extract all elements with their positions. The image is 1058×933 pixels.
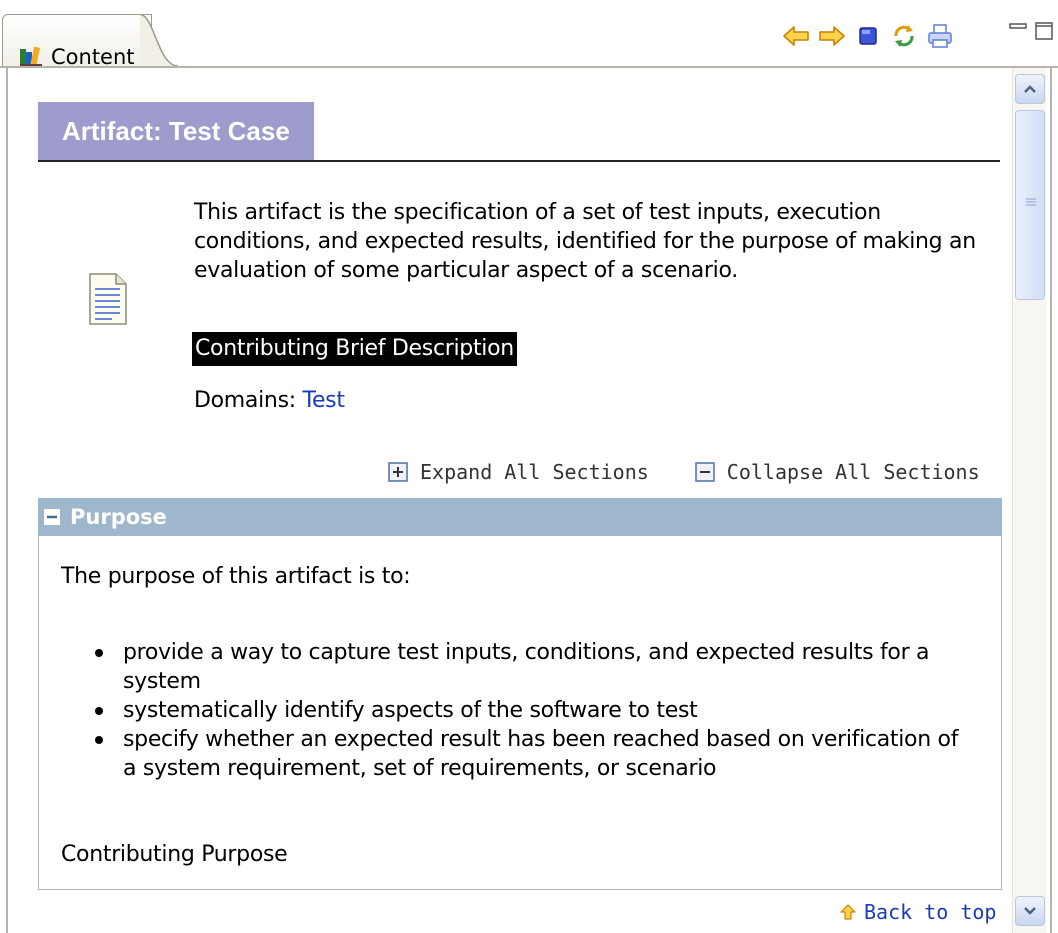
sync-button[interactable] [886, 18, 922, 54]
content-tab[interactable]: Content [2, 14, 152, 69]
collapse-minus-icon [695, 462, 715, 482]
view-tab-bar: Content [0, 0, 1058, 70]
collapse-section-icon[interactable] [44, 509, 60, 525]
chevron-down-icon [1024, 907, 1036, 915]
title-row: Artifact: Test Case [38, 102, 1000, 162]
forward-arrow-icon [819, 26, 845, 46]
minimize-icon[interactable] [1008, 20, 1030, 42]
forward-button[interactable] [814, 18, 850, 54]
collapse-all-label: Collapse All Sections [726, 460, 980, 484]
back-button[interactable] [778, 18, 814, 54]
sync-icon [894, 25, 914, 47]
contributing-brief-description: Contributing Brief Description [192, 332, 517, 366]
back-to-top-label: Back to top [864, 900, 997, 924]
maximize-icon[interactable] [1034, 20, 1056, 42]
contributing-purpose: Contributing Purpose [61, 842, 288, 867]
print-button[interactable] [922, 18, 958, 54]
list-item: provide a way to capture test inputs, co… [61, 638, 961, 696]
scroll-thumb[interactable] [1015, 110, 1045, 300]
scroll-down-button[interactable] [1015, 896, 1045, 926]
stop-icon [859, 27, 877, 45]
page-content: Artifact: Test Case This artifact is the… [8, 70, 1012, 933]
back-to-top-link[interactable]: Back to top [840, 898, 996, 926]
domain-link-test[interactable]: Test [303, 388, 345, 413]
tab-curve [140, 14, 180, 68]
document-icon [89, 273, 127, 325]
purpose-section-body: The purpose of this artifact is to: prov… [38, 536, 1002, 890]
chevron-up-icon [1024, 85, 1036, 93]
domains-line: Domains: Test [194, 388, 345, 413]
content-view: Content Artifact: Test Case This artifac… [0, 0, 1058, 933]
print-icon [928, 24, 952, 48]
section-controls: Expand All Sections Collapse All Section… [388, 458, 980, 486]
purpose-intro: The purpose of this artifact is to: [61, 564, 411, 589]
stop-button[interactable] [850, 18, 886, 54]
purpose-bullet-list: provide a way to capture test inputs, co… [61, 638, 961, 783]
books-icon [20, 46, 42, 67]
vertical-scrollbar[interactable] [1012, 68, 1046, 933]
artifact-description: This artifact is the specification of a … [194, 200, 976, 283]
purpose-section-title: Purpose [70, 505, 167, 529]
purpose-section-header[interactable]: Purpose [38, 498, 1002, 536]
collapse-all-sections[interactable]: Collapse All Sections [695, 460, 980, 484]
expand-plus-icon [388, 462, 408, 482]
title-box: Artifact: Test Case [38, 102, 314, 160]
up-arrow-icon [840, 904, 856, 920]
back-arrow-icon [783, 26, 809, 46]
expand-all-label: Expand All Sections [420, 460, 649, 484]
list-item: specify whether an expected result has b… [61, 725, 961, 783]
domains-label: Domains: [194, 388, 296, 413]
grip-icon [1026, 198, 1036, 206]
list-item: systematically identify aspects of the s… [61, 696, 961, 725]
page-title: Artifact: Test Case [62, 115, 290, 146]
scroll-up-button[interactable] [1015, 74, 1045, 104]
expand-all-sections[interactable]: Expand All Sections [388, 460, 649, 484]
